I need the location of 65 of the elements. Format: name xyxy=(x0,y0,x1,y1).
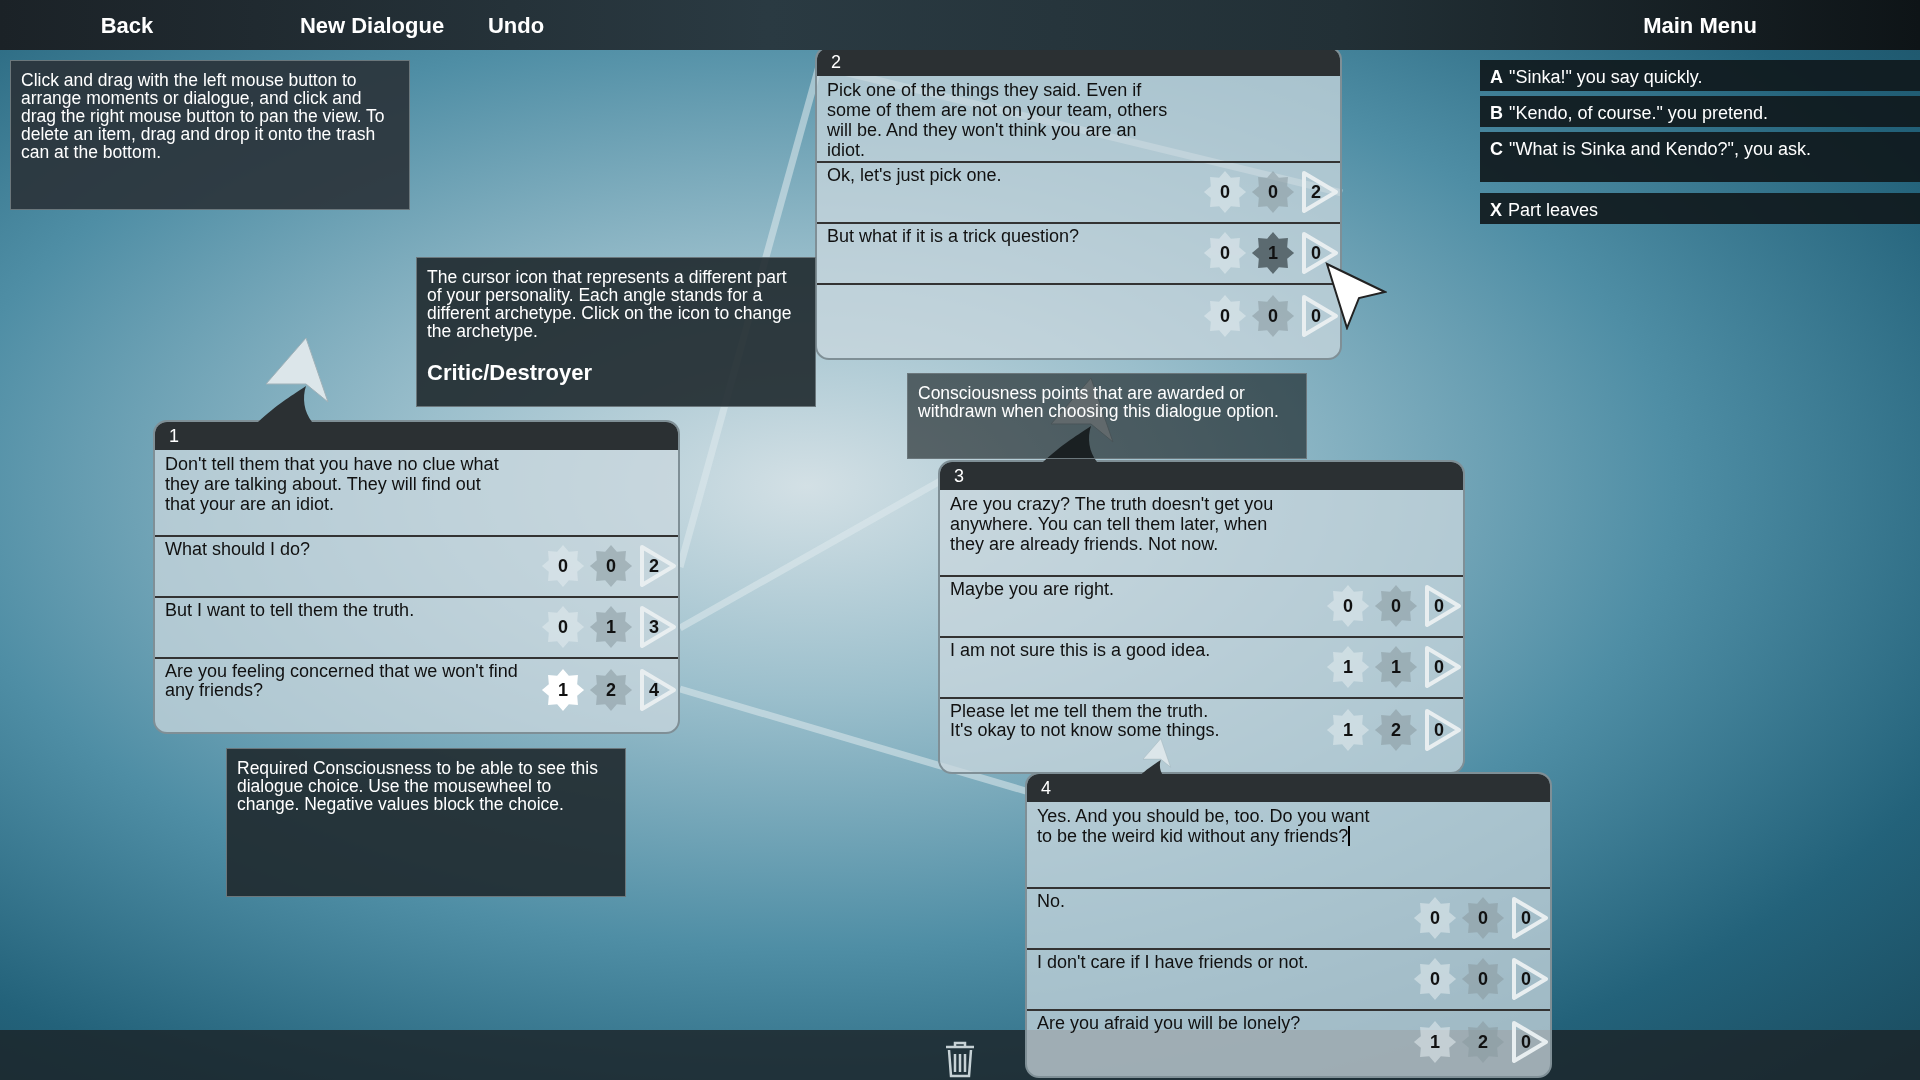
required-consciousness-badge[interactable]: 0 xyxy=(1325,583,1371,629)
required-consciousness-badge[interactable]: 1 xyxy=(1325,644,1371,690)
required-consciousness-badge[interactable]: 0 xyxy=(1202,230,1248,276)
menu-button[interactable]: Back xyxy=(92,5,162,45)
dialogue-choice[interactable]: A "Sinka!" you say quickly. xyxy=(1480,60,1920,91)
dialogue-option[interactable]: But I want to tell them the truth. xyxy=(165,601,525,620)
tooltip-text: Click and drag with the left mouse button to arrange moments or dialogue, and click and drag the right mouse button to pan the view. To delete an item, drag and drop it onto the trash can at the bottom. xyxy=(21,71,386,161)
choice-text: "Kendo, of course." you pretend. xyxy=(1509,102,1768,125)
node-number: 2 xyxy=(831,50,841,74)
node-prompt[interactable]: Yes. And you should be, too. Do you want to be the weird kid without any friends? xyxy=(1037,806,1387,846)
required-consciousness-badge[interactable]: 0 xyxy=(540,543,586,589)
consciousness-points-badge[interactable]: 0 xyxy=(1460,956,1506,1002)
required-consciousness-badge[interactable]: 0 xyxy=(1202,169,1248,215)
consciousness-points-badge[interactable]: 0 xyxy=(1250,169,1296,215)
consciousness-points-badge[interactable]: 2 xyxy=(588,667,634,713)
node-number: 4 xyxy=(1041,776,1051,800)
choice-text: "Sinka!" you say quickly. xyxy=(1509,66,1703,89)
node-number: 1 xyxy=(169,424,179,448)
required-consciousness-badge[interactable]: 0 xyxy=(1412,895,1458,941)
dialogue-option[interactable]: I am not sure this is a good idea. xyxy=(950,641,1310,660)
consciousness-points-badge[interactable]: 1 xyxy=(1373,644,1419,690)
choice-key: A xyxy=(1490,64,1503,91)
node-prompt[interactable]: Pick one of the things they said. Even if some of them are not on your team, others will be. And they won't think you are an idiot. xyxy=(827,80,1177,160)
required-consciousness-badge[interactable]: 1 xyxy=(1412,1019,1458,1065)
tooltip-text: Required Consciousness to be able to see this dialogue choice. Use the mousewheel to change. Negative values block the choice. xyxy=(237,759,599,813)
choice-key: X xyxy=(1490,197,1502,224)
node-prompt[interactable]: Are you crazy? The truth doesn't get you anywhere. You can tell them later, when they are already friends. Not now. xyxy=(950,494,1300,554)
dialogue-option[interactable]: What should I do? xyxy=(165,540,525,559)
mouse-cursor-icon xyxy=(1325,262,1387,330)
node-number: 3 xyxy=(954,464,964,488)
menu-button[interactable]: New Dialogue xyxy=(287,5,457,45)
consciousness-points-badge[interactable]: 0 xyxy=(1373,583,1419,629)
trash-icon[interactable] xyxy=(943,1040,977,1078)
required-consciousness-badge[interactable]: 0 xyxy=(1412,956,1458,1002)
main-menu-button[interactable]: Main Menu xyxy=(1635,5,1765,45)
consciousness-points-badge[interactable]: 0 xyxy=(1460,895,1506,941)
required-consciousness-badge[interactable]: 1 xyxy=(1325,707,1371,753)
dialogue-choice[interactable]: X Part leaves xyxy=(1480,193,1920,224)
dialogue-option[interactable]: Please let me tell them the truth. It's okay to not know some things. xyxy=(950,702,1310,740)
consciousness-points-badge[interactable]: 0 xyxy=(588,543,634,589)
required-consciousness-badge[interactable]: 0 xyxy=(1202,293,1248,339)
dialogue-option[interactable]: Ok, let's just pick one. xyxy=(827,166,1187,185)
dialogue-option[interactable]: But what if it is a trick question? xyxy=(827,227,1187,246)
dialogue-option[interactable]: No. xyxy=(1037,892,1397,911)
menu-button[interactable]: Undo xyxy=(471,5,561,45)
archetype-name: Critic/Destroyer xyxy=(427,359,594,387)
dialogue-option[interactable]: Are you feeling concerned that we won't find any friends? xyxy=(165,662,525,700)
dialogue-choice[interactable]: C "What is Sinka and Kendo?", you ask. xyxy=(1480,132,1920,182)
required-consciousness-badge[interactable]: 1 xyxy=(540,667,586,713)
tooltip-text: Consciousness points that are awarded or withdrawn when choosing this dialogue option. xyxy=(918,384,1280,420)
tooltip-text: The cursor icon that represents a different part of your personality. Each angle stands for a different archetype. Click on the icon to change the archetype. xyxy=(427,268,793,340)
choice-text: Part leaves xyxy=(1508,199,1599,222)
dialogue-option[interactable]: Are you afraid you will be lonely? xyxy=(1037,1014,1397,1033)
dialogue-choice[interactable]: B "Kendo, of course." you pretend. xyxy=(1480,96,1920,127)
node-prompt[interactable]: Don't tell them that you have no clue what they are talking about. They will find out that your are an idiot. xyxy=(165,454,515,514)
choice-text: "What is Sinka and Kendo?", you ask. xyxy=(1509,138,1811,161)
dialogue-option[interactable]: I don't care if I have friends or not. xyxy=(1037,953,1397,972)
consciousness-points-badge[interactable]: 0 xyxy=(1250,293,1296,339)
choice-key: C xyxy=(1490,136,1503,163)
choice-key: B xyxy=(1490,100,1503,127)
required-consciousness-badge[interactable]: 0 xyxy=(540,604,586,650)
consciousness-points-badge[interactable]: 2 xyxy=(1460,1019,1506,1065)
dialogue-option[interactable]: Maybe you are right. xyxy=(950,580,1310,599)
consciousness-points-badge[interactable]: 2 xyxy=(1373,707,1419,753)
consciousness-points-badge[interactable]: 1 xyxy=(588,604,634,650)
